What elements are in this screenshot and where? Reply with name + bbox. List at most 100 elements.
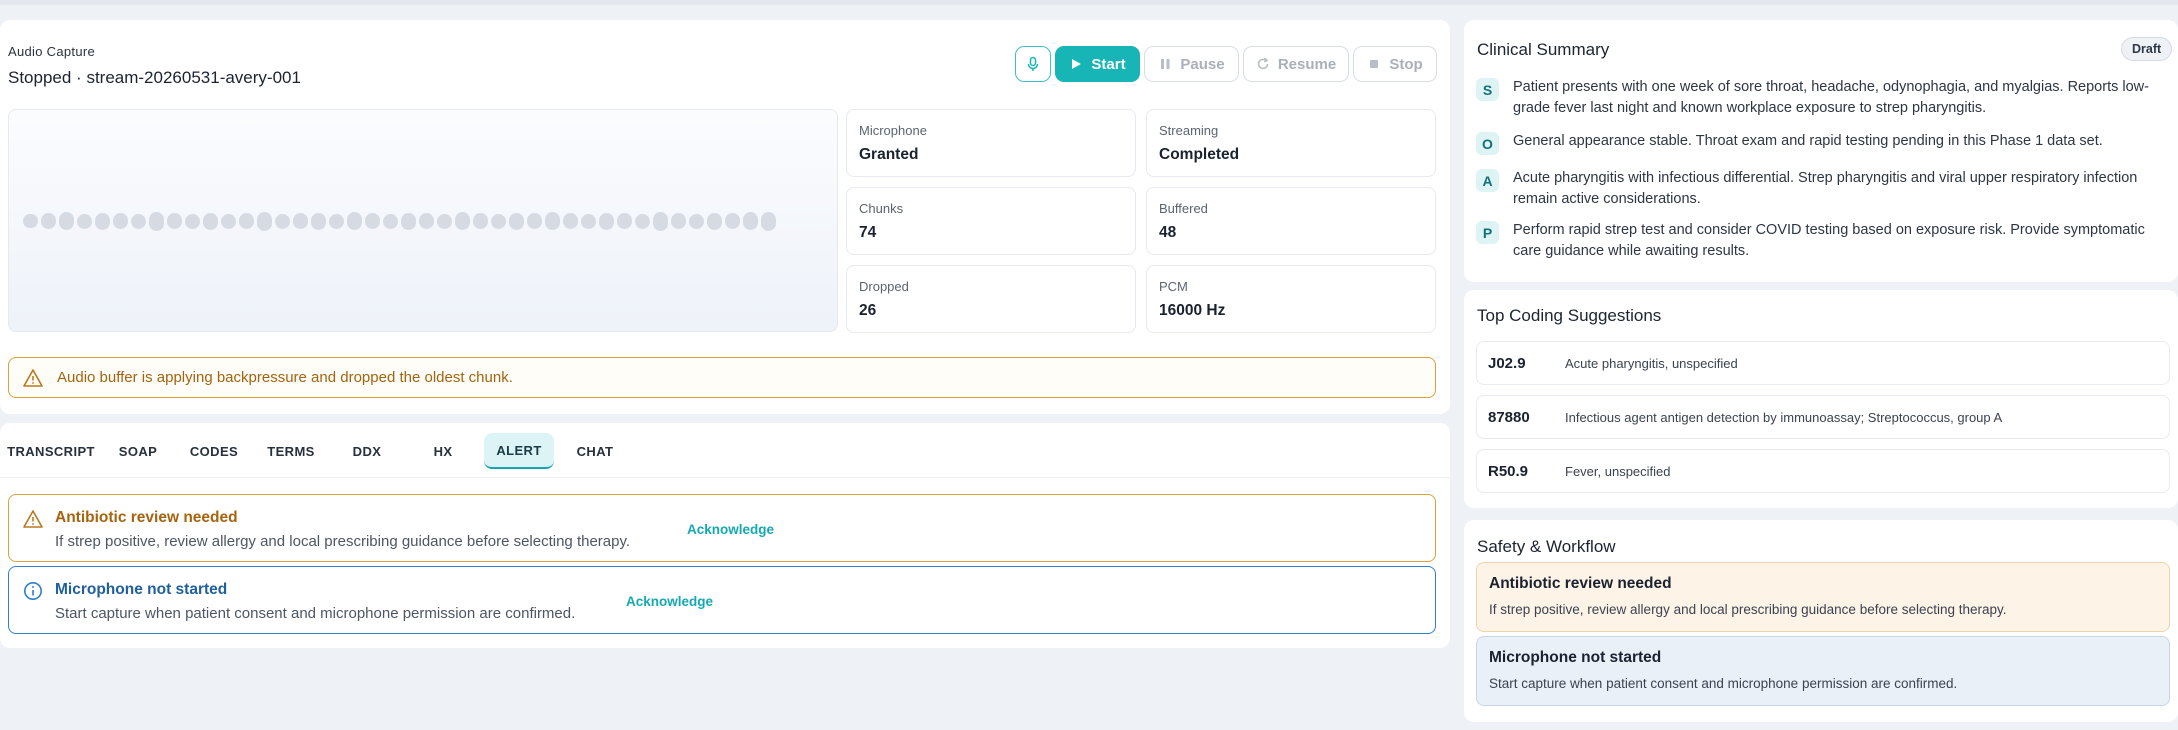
acknowledge-button[interactable]: Acknowledge: [687, 522, 774, 537]
waveform-bar: [455, 212, 470, 230]
code-suggestion[interactable]: R50.9 Fever, unspecified: [1476, 449, 2170, 493]
pause-button-label: Pause: [1180, 55, 1225, 73]
microphone-button[interactable]: [1015, 46, 1051, 82]
soap-letter: O: [1476, 132, 1499, 155]
warning-icon: [23, 368, 43, 387]
start-button[interactable]: Start: [1055, 46, 1140, 82]
tab-codes[interactable]: CODES: [186, 433, 242, 469]
tab-label: DDX: [352, 443, 382, 459]
audio-waveform: [8, 109, 838, 332]
waveform-bar: [77, 213, 92, 229]
pause-icon: [1161, 59, 1170, 69]
coding-title: Top Coding Suggestions: [1477, 306, 1662, 325]
tab-label: SOAP: [118, 443, 158, 459]
pause-button[interactable]: Pause: [1144, 46, 1239, 82]
tab-hx[interactable]: HX: [420, 433, 466, 469]
refresh-icon: [1257, 57, 1269, 70]
stat-value: 48: [1159, 224, 1177, 241]
stat-value: 26: [859, 302, 877, 319]
waveform-bar: [437, 213, 452, 229]
waveform-bar: [239, 213, 254, 229]
waveform-bar: [329, 213, 344, 229]
waveform-bar: [293, 213, 308, 229]
code-suggestion[interactable]: J02.9 Acute pharyngitis, unspecified: [1476, 341, 2170, 385]
soap-letter: A: [1476, 169, 1499, 192]
code-description: Acute pharyngitis, unspecified: [1565, 355, 1738, 371]
safety-item-microphone: Microphone not started Start capture whe…: [1476, 636, 2170, 706]
waveform-bars: [23, 210, 776, 232]
stat-label: Buffered: [1159, 201, 1208, 216]
stat-value: Granted: [859, 146, 919, 163]
safety-item-text: Start capture when patient consent and m…: [1489, 676, 1958, 691]
code-description: Infectious agent antigen detection by im…: [1565, 409, 2003, 425]
stop-icon: [1370, 60, 1379, 68]
stat-pcm: PCM 16000 Hz: [1146, 265, 1436, 333]
stat-dropped: Dropped 26: [846, 265, 1136, 333]
tab-label: ALERT: [496, 442, 542, 458]
waveform-bar: [203, 212, 218, 230]
tab-terms[interactable]: TERMS: [262, 433, 320, 469]
tab-label: CHAT: [576, 443, 614, 459]
tab-label: TRANSCRIPT: [7, 443, 95, 459]
soap-plan: P Perform rapid strep test and consider …: [1476, 220, 2166, 262]
soap-letter: P: [1476, 221, 1499, 244]
alert-title: Antibiotic review needed: [55, 509, 238, 526]
alert-text: Start capture when patient consent and m…: [55, 605, 576, 622]
stat-label: PCM: [1159, 279, 1188, 294]
waveform-bar: [41, 213, 56, 229]
alert-microphone-not-started: Microphone not started Start capture whe…: [8, 566, 1436, 634]
top-strip: [0, 0, 2178, 5]
stat-label: Microphone: [859, 123, 927, 138]
waveform-bar: [743, 212, 758, 230]
stat-streaming: Streaming Completed: [1146, 109, 1436, 177]
soap-objective: O General appearance stable. Throat exam…: [1476, 131, 2166, 155]
waveform-bar: [527, 213, 542, 229]
tab-chat[interactable]: CHAT: [570, 433, 620, 469]
code-description: Fever, unspecified: [1565, 463, 1671, 479]
waveform-bar: [725, 213, 740, 229]
alert-text: If strep positive, review allergy and lo…: [55, 533, 631, 550]
tab-soap[interactable]: SOAP: [112, 433, 164, 469]
stat-microphone: Microphone Granted: [846, 109, 1136, 177]
acknowledge-button[interactable]: Acknowledge: [626, 594, 713, 609]
waveform-bar: [383, 213, 398, 229]
stat-buffered: Buffered 48: [1146, 187, 1436, 255]
capture-status: Stopped · stream-20260531-avery-001: [8, 68, 301, 87]
waveform-bar: [113, 213, 128, 229]
soap-assessment: A Acute pharyngitis with infectious diff…: [1476, 168, 2166, 210]
info-icon: [24, 582, 42, 600]
tab-ddx[interactable]: DDX: [344, 433, 390, 469]
tab-label: CODES: [189, 443, 239, 459]
warning-text: Audio buffer is applying backpressure an…: [57, 369, 513, 386]
waveform-bar: [167, 213, 182, 229]
microphone-icon: [1027, 56, 1039, 71]
resume-button[interactable]: Resume: [1243, 46, 1349, 82]
waveform-bar: [509, 212, 524, 230]
waveform-bar: [707, 212, 722, 230]
clinical-summary-title: Clinical Summary: [1477, 40, 1610, 59]
waveform-bar: [563, 213, 578, 229]
tab-transcript[interactable]: TRANSCRIPT: [6, 433, 96, 469]
safety-item-title: Antibiotic review needed: [1489, 575, 1672, 592]
waveform-bar: [419, 213, 434, 229]
waveform-bar: [689, 213, 704, 229]
soap-text: Acute pharyngitis with infectious differ…: [1513, 170, 2138, 207]
tab-label: TERMS: [267, 443, 315, 459]
draft-badge: Draft: [2121, 37, 2173, 61]
stat-label: Streaming: [1159, 123, 1219, 138]
stop-button[interactable]: Stop: [1353, 46, 1437, 82]
stat-value: 74: [859, 224, 877, 241]
stat-label: Chunks: [859, 201, 904, 216]
waveform-bar: [545, 212, 560, 230]
waveform-bar: [617, 213, 632, 229]
code-suggestion[interactable]: 87880 Infectious agent antigen detection…: [1476, 395, 2170, 439]
waveform-bar: [401, 212, 416, 230]
waveform-bar: [347, 212, 362, 230]
waveform-bar: [491, 213, 506, 229]
tab-alert[interactable]: ALERT: [484, 433, 554, 469]
workspace-tabs: TRANSCRIPT SOAP CODES TERMS DDX HX ALERT…: [0, 433, 1450, 478]
code-value: R50.9: [1488, 462, 1529, 480]
soap-text: Patient presents with one week of sore t…: [1513, 79, 2149, 116]
tab-label: HX: [433, 443, 453, 459]
waveform-bar: [581, 213, 596, 229]
